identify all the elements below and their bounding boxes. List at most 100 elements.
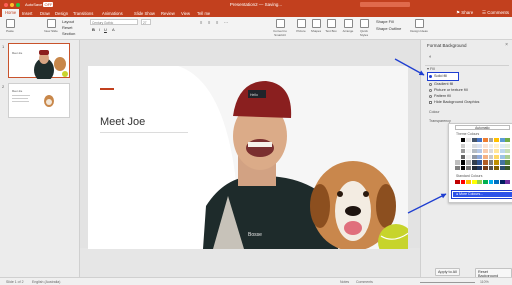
slide-thumbnail-1[interactable]: Meet Joe [8,43,70,82]
standard-colour-swatch[interactable] [499,180,505,185]
theme-colour-swatch[interactable] [494,154,499,160]
theme-colour-swatch[interactable] [483,143,488,148]
theme-colour-swatch[interactable] [483,138,488,143]
comments-status-button[interactable]: Comments [356,280,373,284]
apply-to-all-button[interactable]: Apply to All [435,268,460,276]
gradient-fill-option[interactable]: Gradient fill [429,82,453,86]
theme-colour-swatch[interactable] [460,154,466,160]
theme-colour-swatch[interactable] [471,138,477,143]
theme-colour-swatch[interactable] [460,143,466,148]
theme-colour-swatch[interactable] [494,149,499,154]
theme-colour-swatch[interactable] [505,154,511,160]
theme-colour-swatch[interactable] [477,154,483,160]
align-center-button[interactable]: ≡ [208,20,210,25]
theme-colour-swatch[interactable] [488,138,494,143]
theme-colour-swatch[interactable] [499,166,505,171]
theme-colour-swatch[interactable] [488,166,494,171]
theme-colour-swatch[interactable] [505,149,511,154]
standard-colour-swatch[interactable] [455,180,460,185]
theme-colour-swatch[interactable] [466,149,471,154]
font-color-button[interactable]: A [112,27,115,32]
standard-colour-swatch[interactable] [483,180,488,185]
shape-outline-button[interactable]: Shape Outline [376,26,401,31]
theme-colour-swatch[interactable] [499,154,505,160]
theme-colour-swatch[interactable] [477,149,483,154]
theme-colour-swatch[interactable] [466,138,471,143]
theme-colour-swatch[interactable] [483,160,488,165]
theme-colour-swatch[interactable] [471,154,477,160]
search-box[interactable] [360,2,410,7]
theme-colour-swatch[interactable] [460,149,466,154]
shape-fill-button[interactable]: Shape Fill [376,19,394,24]
tab-tell-me[interactable]: Tell me [197,11,210,16]
theme-colour-swatch[interactable] [477,143,483,148]
theme-colour-swatch[interactable] [499,143,505,148]
theme-colour-swatch[interactable] [455,154,460,160]
theme-colour-swatch[interactable] [494,160,499,165]
theme-colour-swatch[interactable] [488,143,494,148]
theme-colour-swatch[interactable] [471,160,477,165]
tab-transitions[interactable]: Transitions [73,11,93,16]
theme-colour-swatch[interactable] [499,160,505,165]
zoom-level[interactable]: 110% [480,280,489,284]
tab-insert[interactable]: Insert [22,11,32,16]
section-menu[interactable]: Section [62,31,75,36]
solid-fill-option[interactable]: Solid fill [429,74,447,78]
slide-thumbnail-2[interactable]: Meet Joe [8,83,70,118]
fill-bucket-icon[interactable]: ◐ [429,54,432,60]
theme-colour-swatch[interactable] [471,166,477,171]
reset-button[interactable]: Reset [62,25,72,30]
selfie-photo[interactable]: Hello Bosse [88,66,408,249]
theme-colour-swatch[interactable] [505,138,511,143]
tab-view[interactable]: View [181,11,190,16]
theme-colour-swatch[interactable] [488,154,494,160]
theme-colour-swatch[interactable] [460,160,466,165]
theme-colour-swatch[interactable] [455,138,460,143]
layout-menu[interactable]: Layout [62,19,74,24]
convert-smartart-button[interactable]: Convert to SmartArt [269,19,291,38]
arrange-button[interactable]: Arrange [341,19,355,38]
theme-colour-swatch[interactable] [466,166,471,171]
theme-colour-swatch[interactable] [460,166,466,171]
paste-button[interactable]: Paste [3,19,17,38]
align-right-button[interactable]: ≡ [216,20,218,25]
standard-colour-swatch[interactable] [460,180,466,185]
bold-button[interactable]: B [92,27,95,32]
standard-colour-swatch[interactable] [488,180,494,185]
theme-colour-swatch[interactable] [483,149,488,154]
theme-colour-swatch[interactable] [455,149,460,154]
standard-colour-swatch[interactable] [466,180,471,185]
standard-colour-swatch[interactable] [505,180,511,185]
text-box-button[interactable]: Text Box [324,19,338,38]
standard-colour-swatch[interactable] [494,180,499,185]
theme-colour-swatch[interactable] [488,160,494,165]
tab-draw[interactable]: Draw [40,11,50,16]
bullets-button[interactable]: ⋯ [224,20,228,25]
theme-colour-swatch[interactable] [494,166,499,171]
share-button[interactable]: ⚑ Share [456,10,473,16]
theme-colour-swatch[interactable] [499,138,505,143]
theme-colour-swatch[interactable] [455,166,460,171]
tab-animations[interactable]: Animations [102,11,123,16]
theme-colour-swatch[interactable] [455,143,460,148]
theme-colour-swatch[interactable] [483,154,488,160]
tab-design[interactable]: Design [55,11,68,16]
italic-button[interactable]: I [99,27,100,32]
theme-colour-swatch[interactable] [505,143,511,148]
theme-colour-swatch[interactable] [460,138,466,143]
theme-colour-swatch[interactable] [466,160,471,165]
quick-styles-button[interactable]: Quick Styles [357,19,371,38]
new-slide-button[interactable]: New Slide [44,19,58,38]
fill-section-header[interactable]: ▾ Fill [427,66,435,71]
design-ideas-button[interactable]: Design Ideas [410,19,428,38]
shapes-button[interactable]: Shapes [309,19,323,38]
theme-colour-swatch[interactable] [505,166,511,171]
standard-colour-swatch[interactable] [477,180,483,185]
pattern-fill-option[interactable]: Pattern fill [429,94,451,98]
theme-colour-swatch[interactable] [505,160,511,165]
font-name-select[interactable]: Century Gothic [90,19,138,25]
theme-colour-swatch[interactable] [494,138,499,143]
standard-colour-swatch[interactable] [471,180,477,185]
close-icon[interactable]: × [505,42,508,48]
theme-colour-swatch[interactable] [477,166,483,171]
